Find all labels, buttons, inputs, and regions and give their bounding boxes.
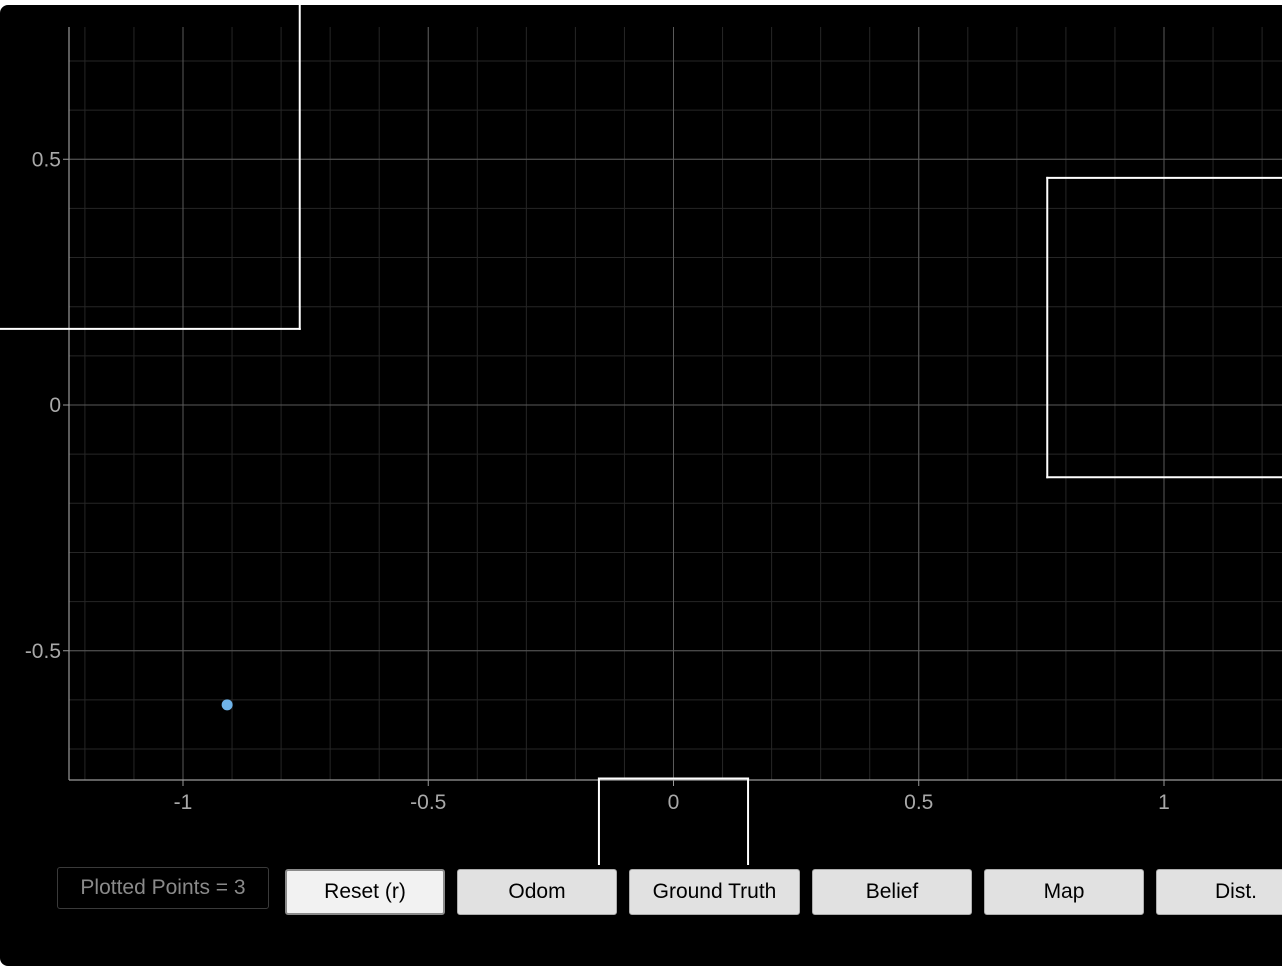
dist-button[interactable]: Dist.: [1156, 869, 1282, 915]
map-button[interactable]: Map: [984, 869, 1144, 915]
x-tick-label: 0: [668, 791, 680, 814]
reset-button[interactable]: Reset (r): [285, 869, 445, 915]
toolbar: Plotted Points = 3 Reset (r) Odom Ground…: [0, 865, 1282, 915]
plot-canvas[interactable]: -2-1.5-1-0.500.511.522.5-1-0.500.51: [0, 5, 1282, 865]
odom-button[interactable]: Odom: [457, 869, 617, 915]
data-point: [221, 699, 233, 711]
x-tick-label: 1: [1158, 791, 1170, 814]
ground-truth-button[interactable]: Ground Truth: [629, 869, 800, 915]
plotter-window: -2-1.5-1-0.500.511.522.5-1-0.500.51 Plot…: [0, 5, 1282, 966]
x-tick-label: 0.5: [904, 791, 933, 814]
belief-button[interactable]: Belief: [812, 869, 972, 915]
y-tick-label: 0.5: [32, 148, 61, 171]
y-tick-label: 0: [49, 394, 61, 417]
y-tick-label: -0.5: [25, 640, 61, 663]
x-tick-label: -0.5: [410, 791, 446, 814]
x-tick-label: -1: [174, 791, 193, 814]
plotted-points-label: Plotted Points = 3: [57, 867, 269, 909]
